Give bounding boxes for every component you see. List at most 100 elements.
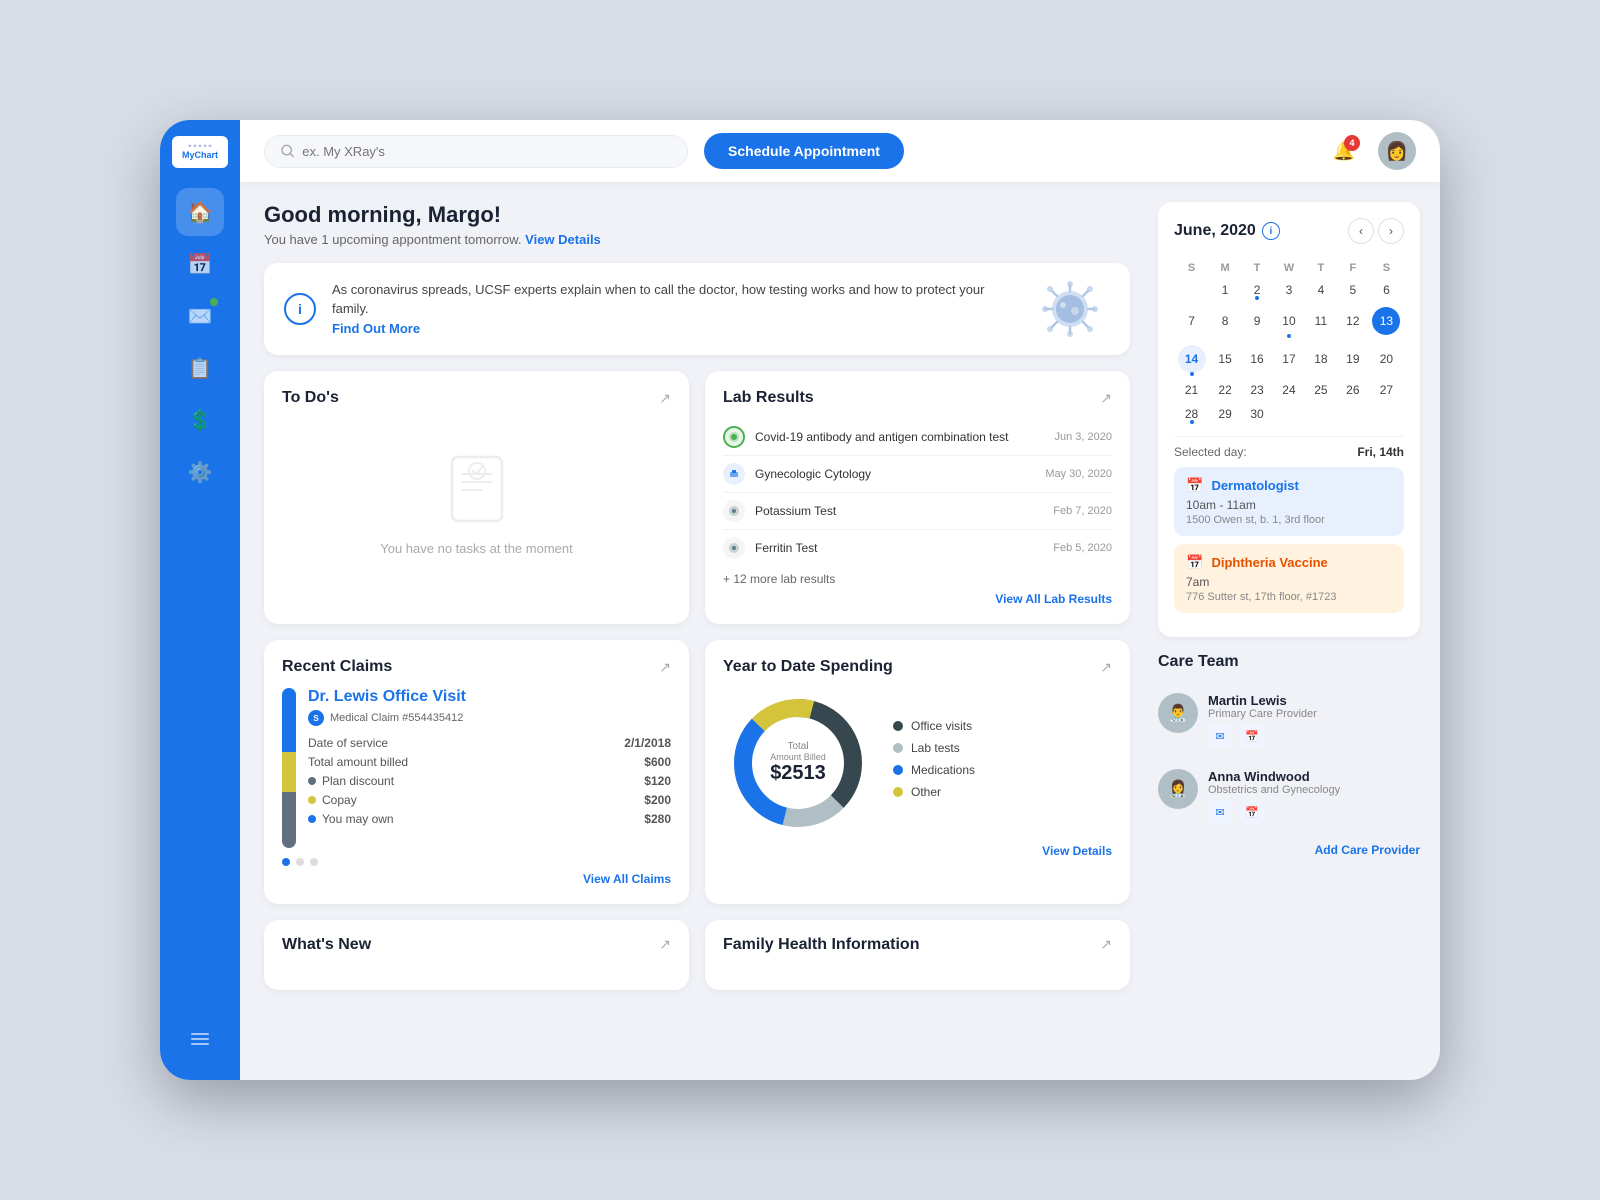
- schedule-lewis-btn[interactable]: 📅: [1240, 724, 1264, 748]
- cal-day[interactable]: 27: [1369, 378, 1404, 402]
- view-all-claims-link[interactable]: View All Claims: [282, 872, 671, 886]
- event-vaccine[interactable]: 📅 Diphtheria Vaccine 7am 776 Sutter st, …: [1174, 544, 1404, 613]
- event-title-vaccine: Diphtheria Vaccine: [1211, 555, 1327, 570]
- cal-day[interactable]: 23: [1241, 378, 1273, 402]
- event-title-dermatologist: Dermatologist: [1211, 478, 1298, 493]
- find-out-more-link[interactable]: Find Out More: [332, 321, 420, 336]
- sidebar-item-calendar[interactable]: 📅: [176, 240, 224, 288]
- family-health-card: Family Health Information ↗: [705, 920, 1130, 990]
- event-header-blue: 📅 Dermatologist: [1186, 477, 1392, 494]
- page-dot-2[interactable]: [296, 858, 304, 866]
- lab-results-expand-icon[interactable]: ↗: [1100, 390, 1112, 407]
- whats-new-expand-icon[interactable]: ↗: [659, 936, 671, 953]
- add-provider-link[interactable]: Add Care Provider: [1158, 843, 1420, 857]
- cal-day[interactable]: 29: [1209, 402, 1241, 426]
- ytd-view-details-link[interactable]: View Details: [723, 844, 1112, 858]
- cal-day[interactable]: [1174, 278, 1209, 302]
- cal-day[interactable]: 14: [1174, 340, 1209, 378]
- cal-day[interactable]: 6: [1369, 278, 1404, 302]
- care-info-lewis: Martin Lewis Primary Care Provider ✉ 📅: [1208, 693, 1420, 748]
- view-all-lab-results-link[interactable]: View All Lab Results: [723, 592, 1112, 606]
- greeting-section: Good morning, Margo! You have 1 upcoming…: [264, 202, 1130, 247]
- family-health-expand-icon[interactable]: ↗: [1100, 936, 1112, 953]
- view-details-link[interactable]: View Details: [525, 232, 601, 247]
- cal-day[interactable]: 8: [1209, 302, 1241, 340]
- bottom-cards-row: What's New ↗ Family Health Information ↗: [264, 920, 1130, 990]
- sidebar-item-records[interactable]: 📋: [176, 344, 224, 392]
- message-lewis-btn[interactable]: ✉: [1208, 724, 1232, 748]
- cal-day[interactable]: 26: [1337, 378, 1369, 402]
- legend-label-office: Office visits: [911, 719, 972, 733]
- todo-empty-text: You have no tasks at the moment: [380, 541, 572, 556]
- donut-amount: $2513: [770, 762, 826, 785]
- cal-day[interactable]: 11: [1305, 302, 1337, 340]
- care-member-lewis: 👨‍⚕️ Martin Lewis Primary Care Provider …: [1158, 683, 1420, 759]
- search-input[interactable]: [302, 144, 671, 159]
- donut-amount-label: Amount Billed: [770, 752, 826, 762]
- sidebar-item-messages[interactable]: ✉️: [176, 292, 224, 340]
- sidebar-item-home[interactable]: 🏠: [176, 188, 224, 236]
- cal-day[interactable]: 20: [1369, 340, 1404, 378]
- notification-badge: 4: [1344, 135, 1360, 151]
- cal-day[interactable]: 7: [1174, 302, 1209, 340]
- cal-day[interactable]: 16: [1241, 340, 1273, 378]
- avatar-anna: 👩‍⚕️: [1158, 769, 1198, 809]
- page-dot-1[interactable]: [282, 858, 290, 866]
- cal-day[interactable]: 24: [1273, 378, 1305, 402]
- event-dermatologist[interactable]: 📅 Dermatologist 10am - 11am 1500 Owen st…: [1174, 467, 1404, 536]
- message-windwood-btn[interactable]: ✉: [1208, 800, 1232, 824]
- cal-day[interactable]: 10: [1273, 302, 1305, 340]
- cal-day[interactable]: 4: [1305, 278, 1337, 302]
- cal-day[interactable]: 17: [1273, 340, 1305, 378]
- calendar-header: June, 2020 i ‹ ›: [1174, 218, 1404, 244]
- cal-day[interactable]: 5: [1337, 278, 1369, 302]
- claim-row-discount: Plan discount $120: [308, 774, 671, 788]
- notifications-button[interactable]: 🔔 4: [1326, 133, 1362, 169]
- cal-day[interactable]: 25: [1305, 378, 1337, 402]
- user-avatar[interactable]: 👩: [1378, 132, 1416, 170]
- cal-day[interactable]: 12: [1337, 302, 1369, 340]
- todo-expand-icon[interactable]: ↗: [659, 390, 671, 407]
- cal-day[interactable]: 21: [1174, 378, 1209, 402]
- cal-day[interactable]: 18: [1305, 340, 1337, 378]
- more-results-text: + 12 more lab results: [723, 572, 1112, 586]
- cal-day[interactable]: 19: [1337, 340, 1369, 378]
- calendar-info-icon[interactable]: i: [1262, 222, 1280, 240]
- avatar-martin: 👨‍⚕️: [1158, 693, 1198, 733]
- claim-pagination: [282, 858, 671, 866]
- calendar-prev-btn[interactable]: ‹: [1348, 218, 1374, 244]
- event-time-dermatologist: 10am - 11am: [1186, 498, 1392, 512]
- ytd-card: Year to Date Spending ↗: [705, 640, 1130, 904]
- recent-claims-title: Recent Claims: [282, 658, 392, 676]
- alert-text: As coronavirus spreads, UCSF experts exp…: [332, 280, 1014, 339]
- cal-day[interactable]: 9: [1241, 302, 1273, 340]
- cal-day[interactable]: [1273, 402, 1305, 426]
- lab-item: Covid-19 antibody and antigen combinatio…: [723, 419, 1112, 456]
- cal-day[interactable]: 30: [1241, 402, 1273, 426]
- selected-day-row: Selected day: Fri, 14th: [1174, 436, 1404, 459]
- ytd-expand-icon[interactable]: ↗: [1100, 659, 1112, 676]
- lab-name-4: Ferritin Test: [755, 541, 1043, 555]
- sidebar-item-settings[interactable]: ⚙️: [176, 448, 224, 496]
- cal-day[interactable]: 28: [1174, 402, 1209, 426]
- cal-day[interactable]: 2: [1241, 278, 1273, 302]
- page-dot-3[interactable]: [310, 858, 318, 866]
- cal-day[interactable]: 22: [1209, 378, 1241, 402]
- cal-day[interactable]: 1: [1209, 278, 1241, 302]
- cal-day[interactable]: 3: [1273, 278, 1305, 302]
- lab-items-list: Covid-19 antibody and antigen combinatio…: [723, 419, 1112, 566]
- schedule-appointment-button[interactable]: Schedule Appointment: [704, 133, 904, 169]
- cal-day[interactable]: 15: [1209, 340, 1241, 378]
- legend-item-lab: Lab tests: [893, 741, 1112, 755]
- cal-day[interactable]: 13: [1369, 302, 1404, 340]
- claims-expand-icon[interactable]: ↗: [659, 659, 671, 676]
- cal-day[interactable]: [1305, 402, 1337, 426]
- sidebar-item-billing[interactable]: 💲: [176, 396, 224, 444]
- calendar-next-btn[interactable]: ›: [1378, 218, 1404, 244]
- search-bar[interactable]: [264, 135, 688, 168]
- sidebar-collapse-btn[interactable]: [191, 1032, 209, 1048]
- schedule-windwood-btn[interactable]: 📅: [1240, 800, 1264, 824]
- lab-name-1: Covid-19 antibody and antigen combinatio…: [755, 430, 1045, 444]
- cal-day[interactable]: [1337, 402, 1369, 426]
- cal-day[interactable]: [1369, 402, 1404, 426]
